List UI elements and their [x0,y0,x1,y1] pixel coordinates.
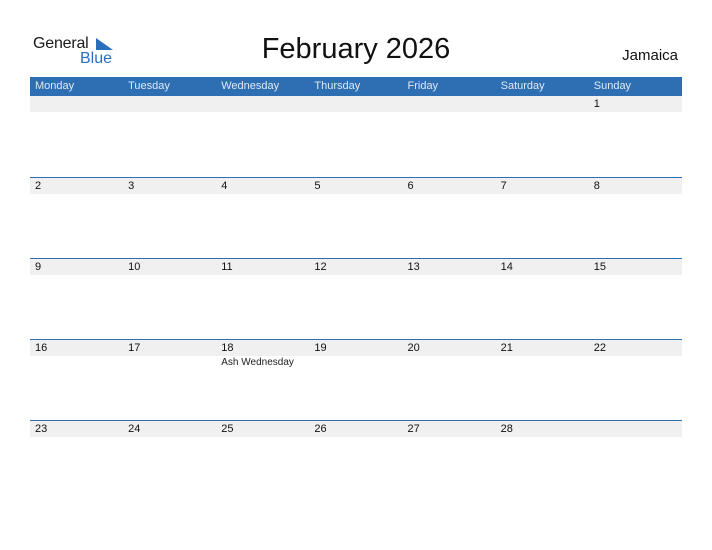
day-cell[interactable]: 22 [589,340,682,400]
day-cell[interactable]: 20 [403,340,496,400]
weeks-container: 1 2 3 4 5 6 7 8 9 10 11 12 13 14 15 16 17 18 Ash Wednesday… [30,96,682,501]
week-cells: 23 24 25 26 27 28 [30,421,682,481]
weekday-friday: Friday [407,80,439,92]
day-number: 7 [500,180,507,192]
day-cell[interactable] [123,96,216,156]
day-number: 9 [35,261,42,273]
week-row: 16 17 18 Ash Wednesday 19 20 21 22 [30,339,682,420]
day-cell[interactable]: 17 [123,340,216,400]
day-number: 2 [35,180,42,192]
day-cell[interactable]: 25 [216,421,309,481]
day-number: 16 [35,342,48,354]
holiday-label: Ash Wednesday [221,357,294,368]
day-cell[interactable] [496,96,589,156]
day-number: 10 [128,261,141,273]
day-cell[interactable]: 28 [496,421,589,481]
day-number: 11 [221,261,233,273]
day-number: 17 [128,342,141,354]
day-cell[interactable] [30,96,123,156]
day-cell[interactable]: 8 [589,178,682,238]
day-cell[interactable]: 23 [30,421,123,481]
day-number: 12 [314,261,327,273]
week-row: 1 [30,96,682,177]
day-number [128,96,216,112]
day-number: 14 [500,261,513,273]
day-cell[interactable]: 21 [496,340,589,400]
week-row: 2 3 4 5 6 7 8 [30,177,682,258]
day-number: 28 [500,423,513,435]
day-cell[interactable]: 9 [30,259,123,319]
day-number: 22 [593,342,606,354]
day-number: 18 [221,342,234,354]
day-cell[interactable]: 7 [496,178,589,238]
day-number: 24 [128,423,141,435]
day-number: 23 [35,423,48,435]
day-cell[interactable]: 2 [30,178,123,238]
day-number: 8 [593,180,600,192]
calendar-grid: Monday Tuesday Wednesday Thursday Friday… [30,77,682,501]
day-number: 19 [314,342,327,354]
day-cell[interactable]: 24 [123,421,216,481]
day-cell[interactable] [589,421,682,481]
weekday-header: Monday Tuesday Wednesday Thursday Friday… [30,77,682,96]
weekday-thursday: Thursday [314,80,361,92]
day-number [408,96,496,112]
day-cell[interactable] [309,96,402,156]
week-cells: 1 [30,96,682,156]
day-number: 20 [407,342,420,354]
day-cell[interactable]: 1 [589,96,682,156]
day-number [314,96,402,112]
week-row: 23 24 25 26 27 28 [30,420,682,501]
calendar-title: February 2026 [261,33,451,65]
day-cell[interactable]: 27 [403,421,496,481]
day-cell[interactable] [403,96,496,156]
day-cell[interactable]: 19 [309,340,402,400]
day-cell[interactable]: 6 [403,178,496,238]
weekday-wednesday: Wednesday [221,80,280,92]
weekday-monday: Monday [35,80,75,92]
day-cell[interactable]: 16 [30,340,123,400]
weekday-tuesday: Tuesday [128,80,170,92]
day-number: 15 [593,261,606,273]
day-cell[interactable]: 5 [309,178,402,238]
day-number: 6 [407,180,414,192]
day-number [35,96,123,112]
day-number [594,421,682,437]
day-number [221,96,309,112]
day-cell[interactable]: 4 [216,178,309,238]
day-number [501,96,589,112]
day-number: 27 [407,423,420,435]
day-number: 25 [221,423,234,435]
day-cell[interactable]: 15 [589,259,682,319]
day-number: 21 [500,342,513,354]
day-number: 1 [593,98,600,110]
week-cells: 9 10 11 12 13 14 15 [30,259,682,319]
weekday-saturday: Saturday [500,80,545,92]
day-cell[interactable]: 14 [496,259,589,319]
day-cell[interactable]: 13 [403,259,496,319]
day-cell[interactable] [216,96,309,156]
day-number: 13 [407,261,420,273]
day-cell[interactable]: 11 [216,259,309,319]
week-cells: 2 3 4 5 6 7 8 [30,178,682,238]
day-cell[interactable]: 3 [123,178,216,238]
day-cell[interactable]: 10 [123,259,216,319]
day-number: 26 [314,423,327,435]
day-number: 3 [128,180,135,192]
day-number: 5 [314,180,321,192]
week-cells: 16 17 18 Ash Wednesday 19 20 21 22 [30,340,682,400]
weekday-sunday: Sunday [593,80,632,92]
day-cell[interactable]: 18 Ash Wednesday [216,340,309,400]
day-number: 4 [221,180,228,192]
week-row: 9 10 11 12 13 14 15 [30,258,682,339]
country-label: Jamaica [622,47,678,64]
day-cell[interactable]: 26 [309,421,402,481]
day-cell[interactable]: 12 [309,259,402,319]
